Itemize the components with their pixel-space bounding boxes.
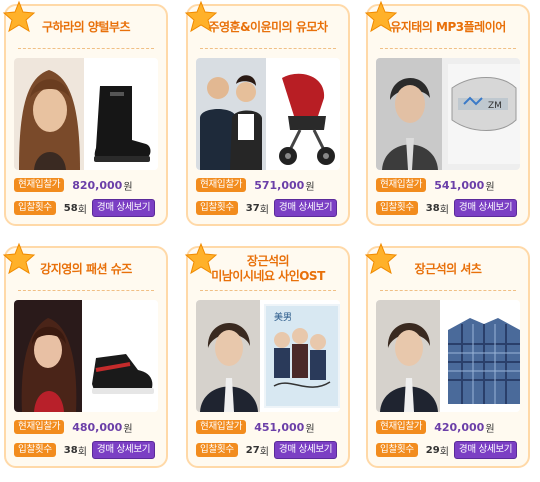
divider bbox=[380, 48, 516, 49]
auction-card-mp3-player[interactable]: 유지태의 MP3플레이어 ZM 현재입찰가 541,000 원 입찰횟수 38 회… bbox=[365, 1, 530, 226]
item-title-line-2: 미남이시네요 사인OST bbox=[211, 269, 325, 283]
price-value: 541,000 bbox=[434, 178, 485, 192]
bid-count-label: 입찰횟수 bbox=[376, 201, 418, 215]
bid-count-row: 입찰횟수 37 회 경매 상세보기 bbox=[196, 199, 342, 217]
divider bbox=[200, 290, 336, 291]
product-image[interactable] bbox=[376, 300, 520, 412]
divider bbox=[18, 290, 154, 291]
item-title: 유지태의 MP3플레이어 bbox=[390, 20, 506, 34]
bid-count-value: 29 bbox=[425, 444, 440, 456]
bid-count-label: 입찰횟수 bbox=[196, 443, 238, 457]
current-bid-row: 현재입찰가 420,000 원 bbox=[376, 419, 522, 435]
current-bid-row: 현재입찰가 451,000 원 bbox=[196, 419, 342, 435]
won-unit: 원 bbox=[123, 423, 133, 435]
bid-count-value: 58 bbox=[63, 202, 78, 214]
svg-text:ZM: ZM bbox=[488, 101, 502, 111]
auction-card-fashion-shoes[interactable]: 강지영의 패션 슈즈 현재입찰가 480,000 원 입찰횟수 38 회 경매 상… bbox=[3, 243, 168, 468]
bid-count-row: 입찰횟수 38 회 경매 상세보기 bbox=[376, 199, 522, 217]
item-title: 구하라의 양털부츠 bbox=[42, 20, 131, 34]
product-image[interactable]: 美男 bbox=[196, 300, 340, 412]
current-bid-row: 현재입찰가 541,000 원 bbox=[376, 177, 522, 193]
bid-count-label: 입찰횟수 bbox=[14, 201, 56, 215]
won-unit: 원 bbox=[305, 181, 315, 193]
bid-count-value: 27 bbox=[245, 444, 260, 456]
won-unit: 원 bbox=[485, 423, 495, 435]
price-value: 451,000 bbox=[254, 420, 305, 434]
bid-count-value: 38 bbox=[425, 202, 440, 214]
current-bid-label: 현재입찰가 bbox=[196, 178, 247, 192]
bid-count-row: 입찰횟수 58 회 경매 상세보기 bbox=[14, 199, 160, 217]
count-unit: 회 bbox=[77, 446, 87, 458]
price-value: 571,000 bbox=[254, 178, 305, 192]
bid-count-value: 38 bbox=[63, 444, 78, 456]
current-bid-label: 현재입찰가 bbox=[14, 178, 65, 192]
count-unit: 회 bbox=[439, 204, 449, 216]
divider bbox=[200, 48, 336, 49]
auction-card-stroller[interactable]: 주영훈&이윤미의 유모차 현재입찰가 571,000 원 입찰횟수 37 회 경… bbox=[185, 1, 350, 226]
bid-count-row: 입찰횟수 38 회 경매 상세보기 bbox=[14, 441, 160, 459]
product-image[interactable] bbox=[196, 58, 340, 170]
count-unit: 회 bbox=[259, 446, 269, 458]
current-bid-row: 현재입찰가 820,000 원 bbox=[14, 177, 160, 193]
current-bid-row: 현재입찰가 480,000 원 bbox=[14, 419, 160, 435]
divider bbox=[380, 290, 516, 291]
price-value: 480,000 bbox=[72, 420, 123, 434]
count-unit: 회 bbox=[77, 204, 87, 216]
item-title: 장근석의 셔츠 bbox=[414, 262, 482, 276]
bid-count-label: 입찰횟수 bbox=[376, 443, 418, 457]
price-value: 820,000 bbox=[72, 178, 123, 192]
product-image[interactable]: ZM bbox=[376, 58, 520, 170]
bid-count-row: 입찰횟수 29 회 경매 상세보기 bbox=[376, 441, 522, 459]
product-image[interactable] bbox=[14, 58, 158, 170]
product-image[interactable] bbox=[14, 300, 158, 412]
auction-detail-button[interactable]: 경매 상세보기 bbox=[273, 199, 338, 217]
count-unit: 회 bbox=[259, 204, 269, 216]
item-title: 장근석의 미남이시네요 사인OST bbox=[188, 254, 348, 284]
auction-detail-button[interactable]: 경매 상세보기 bbox=[453, 441, 518, 459]
current-bid-label: 현재입찰가 bbox=[14, 420, 65, 434]
svg-text:美男: 美男 bbox=[274, 311, 292, 323]
auction-card-shirt[interactable]: 장근석의 셔츠 현재입찰가 420,000 원 입찰횟수 29 회 경매 상세보… bbox=[365, 243, 530, 468]
won-unit: 원 bbox=[123, 181, 133, 193]
current-bid-row: 현재입찰가 571,000 원 bbox=[196, 177, 342, 193]
price-value: 420,000 bbox=[434, 420, 485, 434]
current-bid-label: 현재입찰가 bbox=[376, 178, 427, 192]
auction-card-goo-hara-boots[interactable]: 구하라의 양털부츠 현재입찰가 820,000 원 입찰횟수 58 회 경매 상세… bbox=[3, 1, 168, 226]
auction-detail-button[interactable]: 경매 상세보기 bbox=[273, 441, 338, 459]
divider bbox=[18, 48, 154, 49]
auction-detail-button[interactable]: 경매 상세보기 bbox=[91, 441, 156, 459]
current-bid-label: 현재입찰가 bbox=[376, 420, 427, 434]
count-unit: 회 bbox=[439, 446, 449, 458]
current-bid-label: 현재입찰가 bbox=[196, 420, 247, 434]
won-unit: 원 bbox=[305, 423, 315, 435]
auction-detail-button[interactable]: 경매 상세보기 bbox=[91, 199, 156, 217]
bid-count-label: 입찰횟수 bbox=[14, 443, 56, 457]
item-title: 주영훈&이윤미의 유모차 bbox=[208, 20, 328, 34]
bid-count-label: 입찰횟수 bbox=[196, 201, 238, 215]
auction-detail-button[interactable]: 경매 상세보기 bbox=[453, 199, 518, 217]
won-unit: 원 bbox=[485, 181, 495, 193]
item-title: 강지영의 패션 슈즈 bbox=[40, 262, 132, 276]
auction-card-signed-ost[interactable]: 장근석의 미남이시네요 사인OST 美男 현재입찰가 451,000 원 입찰횟… bbox=[185, 243, 350, 468]
item-title-line-1: 장근석의 bbox=[246, 254, 290, 268]
bid-count-row: 입찰횟수 27 회 경매 상세보기 bbox=[196, 441, 342, 459]
bid-count-value: 37 bbox=[245, 202, 260, 214]
